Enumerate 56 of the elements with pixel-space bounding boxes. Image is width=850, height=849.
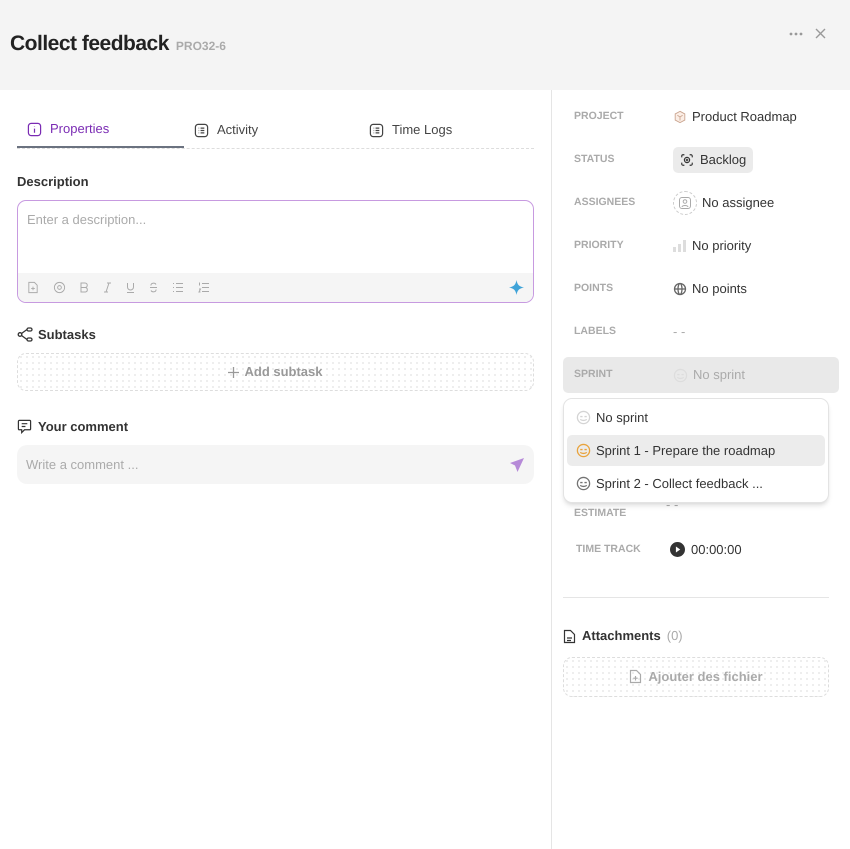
avatar-placeholder-icon xyxy=(673,191,697,215)
close-icon[interactable] xyxy=(815,28,826,39)
section-label: Subtasks xyxy=(38,326,96,344)
signal-bars-icon xyxy=(673,240,687,252)
section-label: Your comment xyxy=(38,418,128,436)
cube-icon xyxy=(673,110,687,124)
property-value[interactable]: Product Roadmap xyxy=(692,107,797,127)
add-file-icon xyxy=(629,669,642,684)
bold-icon[interactable] xyxy=(80,282,89,292)
more-icon[interactable] xyxy=(789,32,803,36)
bullet-list-icon[interactable] xyxy=(172,282,184,292)
property-label: STATUS xyxy=(574,152,616,168)
property-label: ASSIGNEES xyxy=(574,195,636,210)
strikethrough-icon[interactable] xyxy=(149,282,158,292)
tab[interactable]: Properties xyxy=(17,112,184,148)
menu-item[interactable]: Sprint 1 - Prepare the roadmap xyxy=(567,435,825,466)
property-label: PRIORITY xyxy=(574,238,625,254)
property-value: 00:00:00 xyxy=(691,540,742,559)
list-icon xyxy=(194,122,209,138)
comment-icon xyxy=(17,419,32,434)
plus-icon xyxy=(228,366,240,378)
section-label: Attachments xyxy=(582,627,661,646)
task-title: Collect feedback xyxy=(10,31,169,57)
property-label: POINTS xyxy=(574,281,614,296)
document-icon xyxy=(563,628,576,644)
list-icon xyxy=(369,122,384,138)
property-label: ESTIMATE xyxy=(574,506,628,521)
property-label: LABELS xyxy=(574,324,617,340)
sparkle-icon[interactable] xyxy=(509,280,524,294)
play-icon[interactable] xyxy=(670,542,685,557)
property-value: - - xyxy=(666,499,678,511)
attachment-count: (0) xyxy=(666,627,683,646)
status-icon xyxy=(680,153,694,167)
property-value[interactable]: No priority xyxy=(692,236,752,256)
property-value: - - xyxy=(673,323,686,342)
section-label: Description xyxy=(17,173,90,191)
subtasks-icon xyxy=(17,326,33,342)
property-value[interactable]: No points xyxy=(692,279,747,299)
property-label: TIME TRACK xyxy=(576,542,642,557)
task-code: PRO32-6 xyxy=(176,38,226,55)
description-field[interactable]: Enter a description... xyxy=(18,200,533,272)
tab[interactable]: Time Logs xyxy=(359,112,534,148)
underline-icon[interactable] xyxy=(126,282,135,292)
property-label: PROJECT xyxy=(574,109,625,124)
property-label: SPRINT xyxy=(574,367,614,382)
italic-icon[interactable] xyxy=(103,282,112,292)
description-editor[interactable]: Enter a description... xyxy=(17,200,534,302)
status-badge[interactable]: Backlog xyxy=(673,147,754,173)
numbered-list-icon[interactable] xyxy=(198,282,210,292)
file-icon[interactable] xyxy=(27,280,39,294)
tab[interactable]: Activity xyxy=(184,112,359,148)
send-icon[interactable] xyxy=(509,456,525,472)
property-value[interactable]: No assignee xyxy=(702,193,774,213)
comment-field[interactable]: Write a comment ... xyxy=(17,444,534,484)
globe-icon xyxy=(673,282,687,296)
info-icon xyxy=(27,122,42,136)
